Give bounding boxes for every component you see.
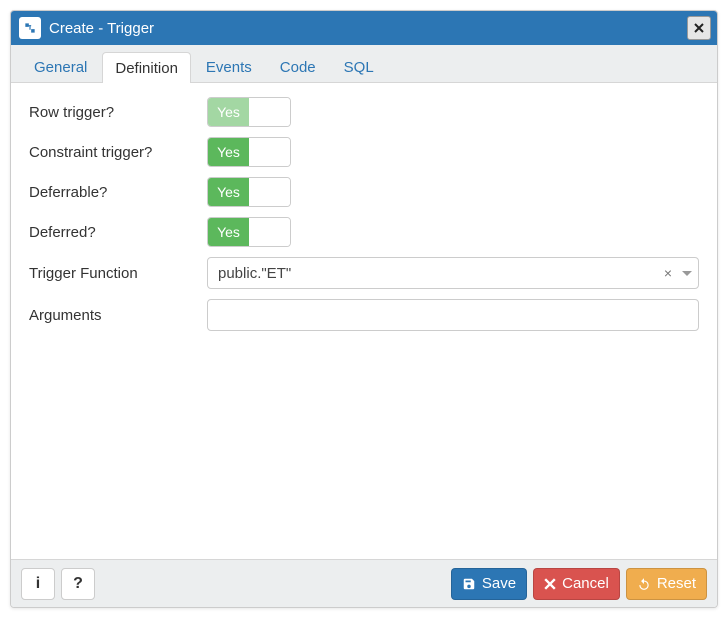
reset-button[interactable]: Reset	[626, 568, 707, 600]
tab-general[interactable]: General	[21, 51, 100, 82]
create-trigger-dialog: Create - Trigger General Definition Even…	[10, 10, 718, 608]
trigger-function-label: Trigger Function	[29, 265, 207, 282]
deferred-toggle[interactable]: Yes	[207, 217, 291, 247]
save-icon	[462, 577, 476, 591]
help-button[interactable]: ?	[61, 568, 95, 600]
toggle-no	[249, 178, 290, 206]
tab-events[interactable]: Events	[193, 51, 265, 82]
info-button[interactable]: i	[21, 568, 55, 600]
chevron-down-icon	[682, 271, 692, 276]
help-icon: ?	[73, 575, 83, 593]
tab-bar: General Definition Events Code SQL	[11, 45, 717, 83]
cancel-icon	[544, 578, 556, 590]
toggle-yes: Yes	[208, 138, 249, 166]
arguments-label: Arguments	[29, 307, 207, 324]
cancel-button[interactable]: Cancel	[533, 568, 620, 600]
arguments-input[interactable]	[207, 299, 699, 331]
toggle-no	[249, 218, 290, 246]
reset-label: Reset	[657, 575, 696, 592]
deferred-label: Deferred?	[29, 224, 207, 241]
deferrable-toggle[interactable]: Yes	[207, 177, 291, 207]
info-icon: i	[36, 575, 40, 593]
close-button[interactable]	[687, 16, 711, 40]
dialog-footer: i ? Save Cancel Reset	[11, 559, 717, 607]
tab-definition[interactable]: Definition	[102, 52, 191, 83]
trigger-function-value: public."ET"	[218, 265, 658, 282]
row-trigger-label: Row trigger?	[29, 104, 207, 121]
tab-sql[interactable]: SQL	[331, 51, 387, 82]
cancel-label: Cancel	[562, 575, 609, 592]
constraint-trigger-label: Constraint trigger?	[29, 144, 207, 161]
save-label: Save	[482, 575, 516, 592]
save-button[interactable]: Save	[451, 568, 527, 600]
titlebar: Create - Trigger	[11, 11, 717, 45]
constraint-trigger-toggle[interactable]: Yes	[207, 137, 291, 167]
clear-icon[interactable]: ×	[658, 265, 678, 281]
trigger-icon	[19, 17, 41, 39]
close-icon	[694, 23, 704, 33]
toggle-no	[249, 98, 290, 126]
toggle-yes: Yes	[208, 178, 249, 206]
deferrable-label: Deferrable?	[29, 184, 207, 201]
tab-code[interactable]: Code	[267, 51, 329, 82]
definition-panel: Row trigger? Yes Constraint trigger? Yes…	[11, 83, 717, 559]
toggle-yes: Yes	[208, 218, 249, 246]
trigger-function-select[interactable]: public."ET" ×	[207, 257, 699, 289]
dialog-title: Create - Trigger	[49, 20, 687, 37]
toggle-yes: Yes	[208, 98, 249, 126]
toggle-no	[249, 138, 290, 166]
reset-icon	[637, 577, 651, 591]
row-trigger-toggle[interactable]: Yes	[207, 97, 291, 127]
